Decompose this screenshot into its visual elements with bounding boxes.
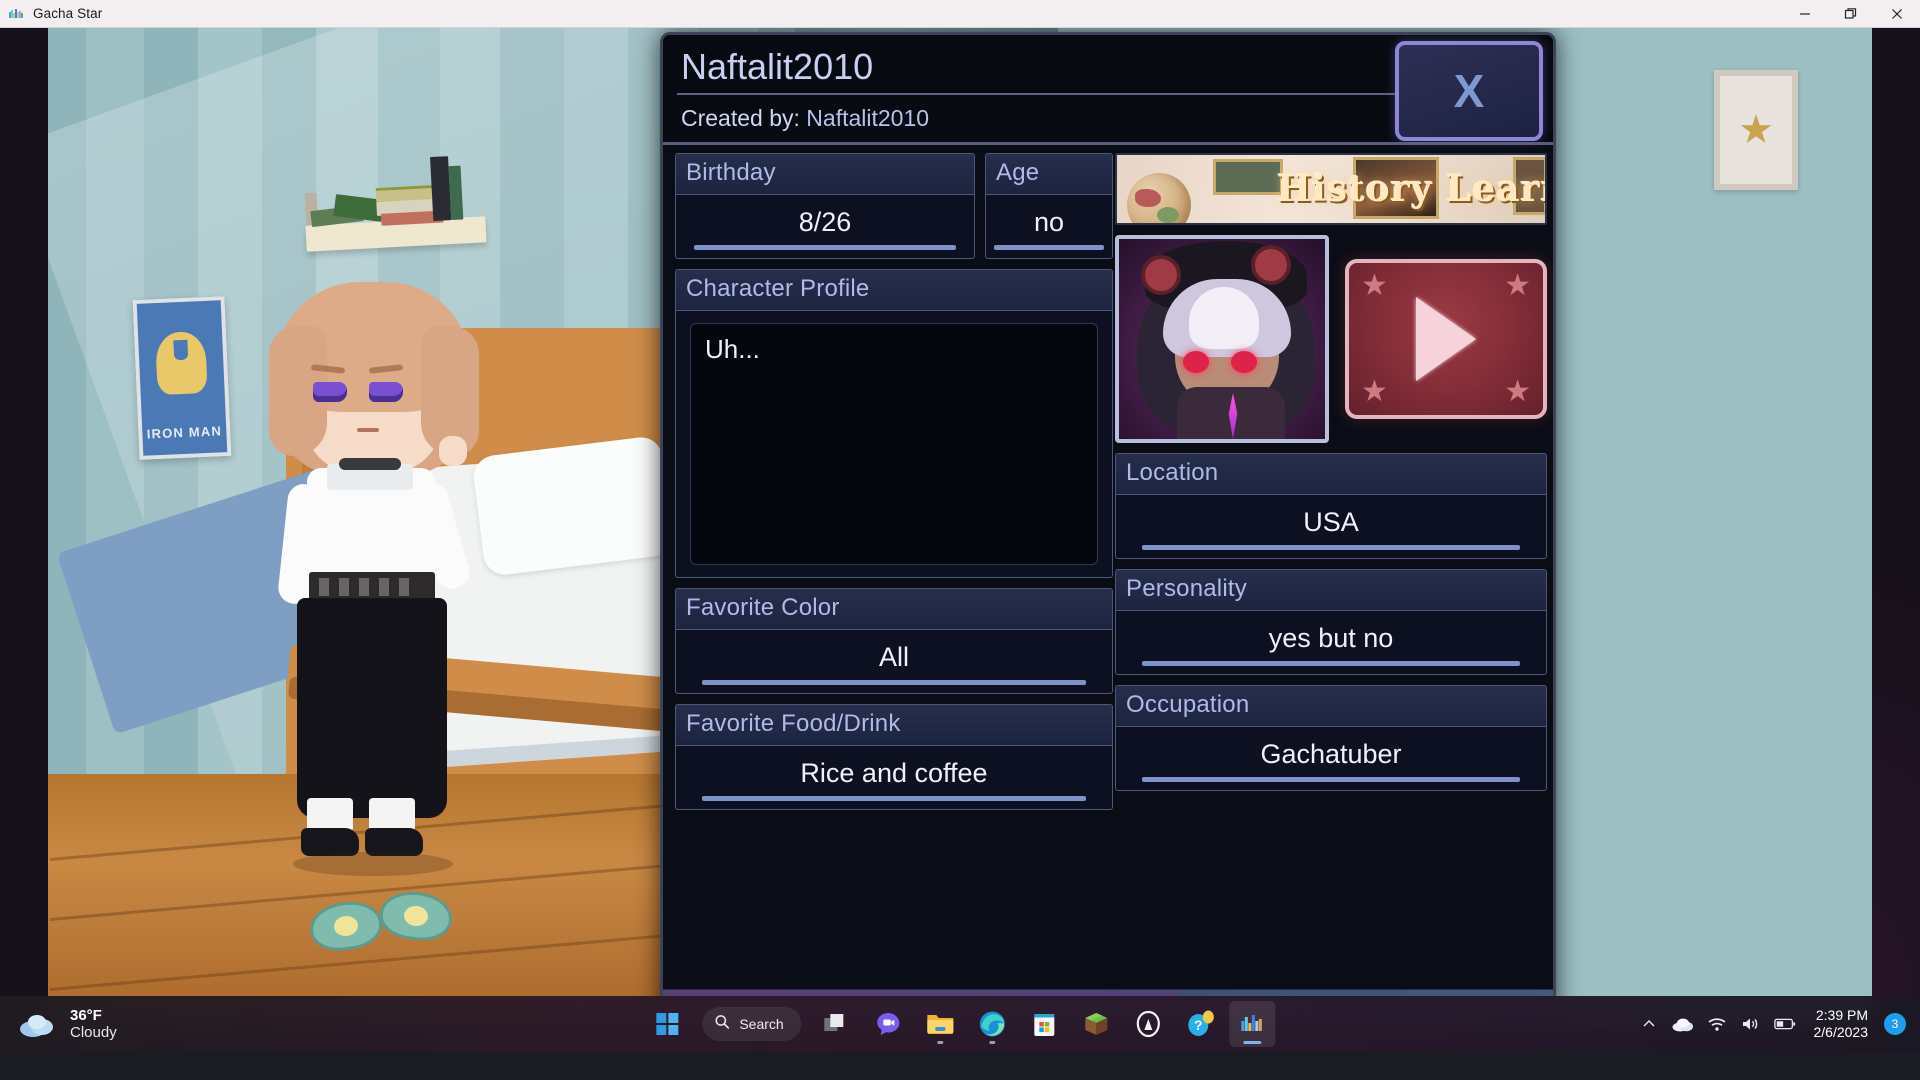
pillow [471, 434, 675, 578]
field-occupation-label: Occupation [1116, 686, 1546, 727]
windows-taskbar: 36°F Cloudy Search ? 2:39 PM 2/6/2023 3 [0, 996, 1920, 1052]
window-title: Gacha Star [33, 6, 103, 21]
field-character-profile-value: Uh... [690, 323, 1098, 565]
field-favorite-color-value: All [676, 630, 1112, 693]
star-icon: ★ [1738, 108, 1774, 152]
star-icon: ★ [1504, 269, 1531, 302]
slipper-left [307, 897, 385, 955]
clock-date: 2/6/2023 [1813, 1024, 1869, 1040]
quiz-app-button[interactable]: ? [1178, 1001, 1224, 1047]
star-picture-frame: ★ [1714, 70, 1798, 190]
microsoft-store-button[interactable] [1022, 1001, 1068, 1047]
search-icon [714, 1014, 730, 1035]
gacha-star-icon [8, 6, 24, 22]
clock-time: 2:39 PM [1815, 1007, 1868, 1024]
weather-condition: Cloudy [70, 1024, 117, 1041]
field-favorite-food-drink-value: Rice and coffee [676, 746, 1112, 809]
field-character-profile[interactable]: Character Profile Uh... [675, 269, 1113, 578]
volume-icon[interactable] [1740, 1013, 1762, 1035]
close-window-button[interactable] [1874, 0, 1920, 28]
field-occupation-value: Gachatuber [1116, 727, 1546, 790]
close-profile-button[interactable]: X [1395, 41, 1543, 141]
edge-button[interactable] [970, 1001, 1016, 1047]
task-view-button[interactable] [814, 1001, 860, 1047]
field-favorite-color-label: Favorite Color [676, 589, 1112, 630]
profile-right-column: History Learner [1115, 153, 1547, 801]
search-placeholder: Search [739, 1016, 784, 1032]
field-birthday[interactable]: Birthday 8/26 [675, 153, 975, 259]
profile-banner: History Learner [1115, 153, 1547, 225]
field-occupation[interactable]: Occupation Gachatuber [1115, 685, 1547, 791]
field-birthday-value: 8/26 [676, 195, 974, 258]
weather-temperature: 36°F [70, 1006, 102, 1024]
play-button[interactable]: ★ ★ ★ ★ [1345, 259, 1547, 419]
restore-button[interactable] [1828, 0, 1874, 28]
player-character[interactable] [253, 282, 493, 886]
minecraft-button[interactable] [1074, 1001, 1120, 1047]
field-location-label: Location [1116, 454, 1546, 495]
wifi-icon[interactable] [1706, 1013, 1728, 1035]
arch-app-button[interactable] [1126, 1001, 1172, 1047]
panel-header: Naftalit2010 Created by: Naftalit2010 X [663, 35, 1553, 145]
svg-text:?: ? [1194, 1017, 1203, 1033]
onedrive-cloud-icon[interactable] [1672, 1013, 1694, 1035]
field-birthday-label: Birthday [676, 154, 974, 195]
search-input[interactable]: Search [702, 1007, 802, 1041]
avatar-play-row: ★ ★ ★ ★ [1115, 235, 1547, 443]
start-button[interactable] [644, 1001, 690, 1047]
desktop: ★ IRON MAN Naftalit2010 Created by: Naft… [0, 28, 1920, 1052]
cloud-icon [18, 1007, 58, 1041]
created-by-value: Naftalit2010 [806, 105, 930, 131]
taskbar-center-items: Search ? [644, 996, 1276, 1052]
chat-button[interactable] [866, 1001, 912, 1047]
weather-text: 36°F Cloudy [70, 1007, 117, 1042]
field-personality-value: yes but no [1116, 611, 1546, 674]
field-favorite-food-drink[interactable]: Favorite Food/Drink Rice and coffee [675, 704, 1113, 810]
field-favorite-food-drink-label: Favorite Food/Drink [676, 705, 1112, 746]
field-favorite-color[interactable]: Favorite Color All [675, 588, 1113, 694]
character-profile-panel: Naftalit2010 Created by: Naftalit2010 X … [660, 32, 1556, 1022]
star-icon: ★ [1361, 269, 1388, 302]
window-title-bar: Gacha Star [0, 0, 1920, 28]
banner-picture [1213, 159, 1283, 195]
field-character-profile-value-wrap: Uh... [676, 311, 1112, 577]
iron-man-mask-icon [155, 330, 208, 396]
clock[interactable]: 2:39 PM 2/6/2023 [1814, 1007, 1869, 1041]
field-age-label: Age [986, 154, 1112, 195]
system-tray: 2:39 PM 2/6/2023 3 [1638, 996, 1906, 1052]
chevron-up-icon[interactable] [1638, 1013, 1660, 1035]
avatar[interactable] [1115, 235, 1329, 443]
field-location-value: USA [1116, 495, 1546, 558]
panel-body: Birthday 8/26 Age no Character Profile U… [663, 145, 1553, 1017]
weather-widget[interactable]: 36°F Cloudy [18, 1007, 117, 1042]
field-personality[interactable]: Personality yes but no [1115, 569, 1547, 675]
slipper-right [377, 888, 455, 944]
minimize-button[interactable] [1782, 0, 1828, 28]
close-icon: X [1453, 65, 1485, 117]
play-icon [1416, 297, 1476, 381]
field-location[interactable]: Location USA [1115, 453, 1547, 559]
star-icon: ★ [1361, 375, 1388, 408]
field-age-value: no [986, 195, 1112, 258]
gacha-star-button[interactable] [1229, 1001, 1276, 1047]
field-character-profile-label: Character Profile [676, 270, 1112, 311]
created-by-label: Created by: [681, 105, 800, 131]
field-personality-label: Personality [1116, 570, 1546, 611]
gacha-star-game-viewport[interactable]: ★ IRON MAN Naftalit2010 Created by: Naft… [48, 28, 1872, 1024]
iron-man-poster: IRON MAN [132, 296, 232, 460]
notification-badge[interactable]: 3 [1884, 1013, 1906, 1035]
birthday-age-row: Birthday 8/26 Age no [675, 153, 1113, 269]
field-age[interactable]: Age no [985, 153, 1113, 259]
globe-icon [1127, 173, 1191, 223]
battery-icon[interactable] [1773, 1013, 1796, 1035]
file-explorer-button[interactable] [918, 1001, 964, 1047]
poster-text: IRON MAN [146, 423, 223, 442]
banner-title: History Learner [1277, 168, 1545, 210]
profile-left-column: Birthday 8/26 Age no Character Profile U… [675, 153, 1113, 820]
star-icon: ★ [1504, 375, 1531, 408]
window-controls [1782, 0, 1920, 28]
slippers [307, 888, 460, 955]
